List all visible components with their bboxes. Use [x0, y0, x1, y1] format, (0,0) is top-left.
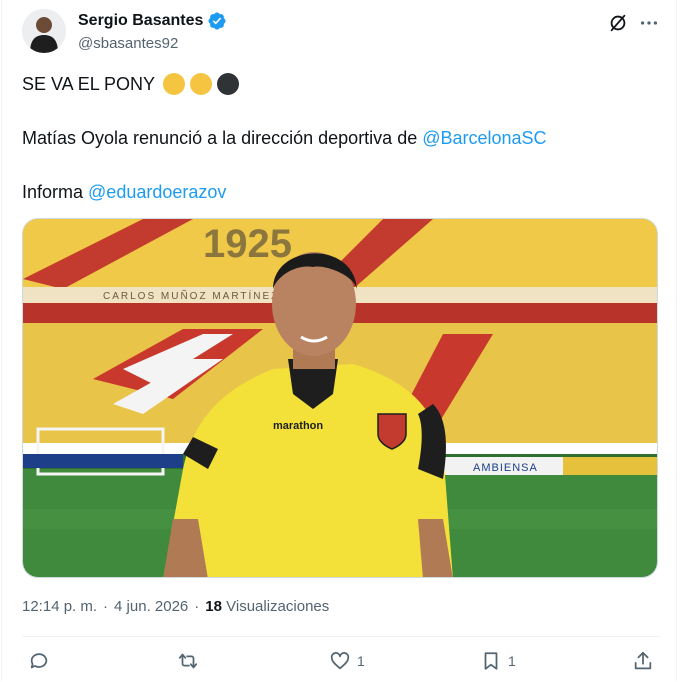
yellow-circle-emoji-icon — [163, 73, 186, 95]
like-button[interactable]: 1 — [329, 650, 365, 672]
heart-icon — [330, 652, 350, 670]
reply-icon — [30, 653, 48, 669]
more-options-icon[interactable] — [638, 12, 660, 34]
club-crest-icon — [377, 413, 407, 450]
bookmark-icon — [484, 652, 498, 670]
author-handle[interactable]: @sbasantes92 — [78, 35, 178, 52]
tweet-line-2: Matías Oyola renunció a la dirección dep… — [22, 126, 547, 150]
tweet-meta: 12:14 p. m. · 4 jun. 2026 · 18 Visualiza… — [22, 598, 329, 615]
author-name[interactable]: Sergio Basantes — [78, 12, 203, 30]
yellow-circle-emoji-icon — [190, 73, 213, 95]
tweet-line-3: Informa @eduardoerazov — [22, 180, 226, 204]
retweet-icon — [178, 653, 198, 669]
stadium-year-text: 1925 — [203, 222, 292, 266]
tweet-body-text: Matías Oyola renunció a la dirección dep… — [22, 128, 423, 148]
share-button[interactable] — [632, 650, 654, 672]
meta-separator: · — [194, 598, 200, 615]
verified-badge-icon — [208, 12, 226, 30]
tweet-headline: SE VA EL PONY — [22, 74, 156, 94]
ad-board-text: AMBIENSA — [473, 462, 538, 474]
stadium-photo: 1925 CARLOS MUÑOZ MARTÍNEZ AMBIENSA mara… — [23, 219, 657, 577]
stadium-stand-text: CARLOS MUÑOZ MARTÍNEZ — [103, 289, 279, 302]
like-count: 1 — [357, 653, 365, 669]
bookmark-count: 1 — [508, 653, 516, 669]
mention-link[interactable]: @BarcelonaSC — [422, 128, 546, 148]
avatar[interactable] — [22, 9, 66, 53]
views-count: 18 — [205, 598, 222, 615]
action-bar: 1 1 — [22, 650, 658, 678]
avatar-image — [22, 9, 66, 53]
tweet-line-1: SE VA EL PONY — [22, 72, 240, 96]
reply-button[interactable] — [28, 650, 56, 672]
views: 18 Visualizaciones — [205, 598, 329, 615]
bookmark-button[interactable]: 1 — [480, 650, 516, 672]
tweet-date[interactable]: 4 jun. 2026 — [114, 598, 188, 615]
tweet-source-label: Informa — [22, 182, 89, 202]
share-icon — [634, 651, 652, 670]
tweet-photo[interactable]: 1925 CARLOS MUÑOZ MARTÍNEZ AMBIENSA mara… — [22, 218, 658, 578]
black-circle-emoji-icon — [217, 73, 240, 95]
meta-separator: · — [103, 598, 109, 615]
shirt-brand-text: marathon — [273, 420, 323, 432]
tweet-time[interactable]: 12:14 p. m. — [22, 598, 97, 615]
divider — [22, 636, 660, 637]
retweet-button[interactable] — [177, 650, 205, 672]
mention-link[interactable]: @eduardoerazov — [88, 182, 226, 202]
views-label: Visualizaciones — [226, 598, 330, 615]
grok-icon[interactable] — [607, 12, 629, 34]
